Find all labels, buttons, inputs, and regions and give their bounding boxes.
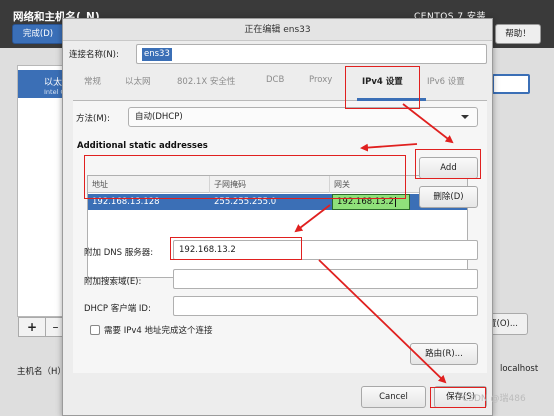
method-value: 自动(DHCP) (135, 112, 183, 122)
table-header: 地址 子网掩码 网关 (88, 176, 467, 193)
tab-ipv6-settings[interactable]: IPv6 设置 (427, 75, 465, 87)
column-netmask[interactable]: 子网掩码 (210, 176, 330, 193)
search-domains-field[interactable] (173, 269, 478, 289)
tab-proxy[interactable]: Proxy (309, 75, 332, 85)
hostname-label: 主机名（H） (17, 367, 66, 377)
connection-name-value: ens33 (142, 48, 172, 61)
hostname-value: localhost (500, 364, 539, 374)
dns-servers-field[interactable]: 192.168.13.2 (173, 240, 478, 260)
routes-button[interactable]: 路由(R)... (410, 343, 478, 365)
search-domains-label: 附加搜索域(E): (84, 277, 142, 287)
add-device-button[interactable]: + (18, 317, 46, 337)
dialog-title: 正在编辑 ens33 (63, 19, 492, 41)
method-label: 方法(M): (76, 114, 110, 124)
connection-name-label: 连接名称(N): (69, 50, 119, 60)
tab-bar: 常规 以太网 802.1X 安全性 DCB Proxy IPv4 设置 IPv6… (73, 67, 487, 101)
dropdown-arrow-icon (461, 115, 469, 119)
text-cursor (394, 196, 396, 207)
netmask-cell[interactable]: 255.255.255.0 (210, 194, 330, 210)
gateway-cell: 192.168.13.2 (337, 197, 394, 207)
connection-toggle[interactable] (492, 74, 530, 94)
watermark: CSDN @瑞486 (462, 394, 526, 404)
dhcp-client-id-label: DHCP 客户端 ID: (84, 304, 151, 314)
table-row[interactable]: 192.168.13.128 255.255.255.0 192.168.13.… (88, 194, 467, 210)
help-button[interactable]: 帮助！ (495, 24, 541, 44)
column-address[interactable]: 地址 (88, 176, 210, 193)
connection-name-field[interactable]: ens33 (136, 44, 487, 64)
tab-ethernet[interactable]: 以太网 (125, 75, 151, 87)
addresses-section-title: Additional static addresses (77, 141, 208, 151)
gateway-cell-editor[interactable]: 192.168.13.2 (332, 194, 410, 210)
require-ipv4-checkbox[interactable] (90, 325, 100, 335)
device-list[interactable]: 以太 Intel C (17, 65, 67, 317)
tab-dcb[interactable]: DCB (266, 75, 284, 85)
tab-general[interactable]: 常规 (84, 75, 101, 87)
delete-address-button[interactable]: 删除(D) (419, 186, 478, 208)
device-item-ens33[interactable]: 以太 Intel C (18, 70, 66, 98)
method-select[interactable]: 自动(DHCP) (128, 107, 478, 127)
require-ipv4-label[interactable]: 需要 IPv4 地址完成这个连接 (104, 324, 212, 336)
address-cell[interactable]: 192.168.13.128 (88, 194, 210, 210)
device-label: 以太 (44, 78, 63, 88)
tab-ipv4-settings[interactable]: IPv4 设置 (362, 75, 403, 87)
tab-8021x-security[interactable]: 802.1X 安全性 (177, 75, 235, 87)
addresses-table[interactable]: 地址 子网掩码 网关 192.168.13.128 255.255.255.0 … (87, 175, 468, 278)
edit-connection-dialog: 正在编辑 ens33 连接名称(N): ens33 常规 以太网 802.1X … (62, 18, 493, 416)
dns-servers-value: 192.168.13.2 (179, 245, 236, 255)
dns-servers-label: 附加 DNS 服务器: (84, 248, 154, 258)
dhcp-client-id-field[interactable] (173, 296, 478, 316)
done-button[interactable]: 完成(D) (12, 24, 64, 44)
add-address-button[interactable]: Add (419, 157, 478, 179)
cancel-button[interactable]: Cancel (361, 386, 426, 408)
